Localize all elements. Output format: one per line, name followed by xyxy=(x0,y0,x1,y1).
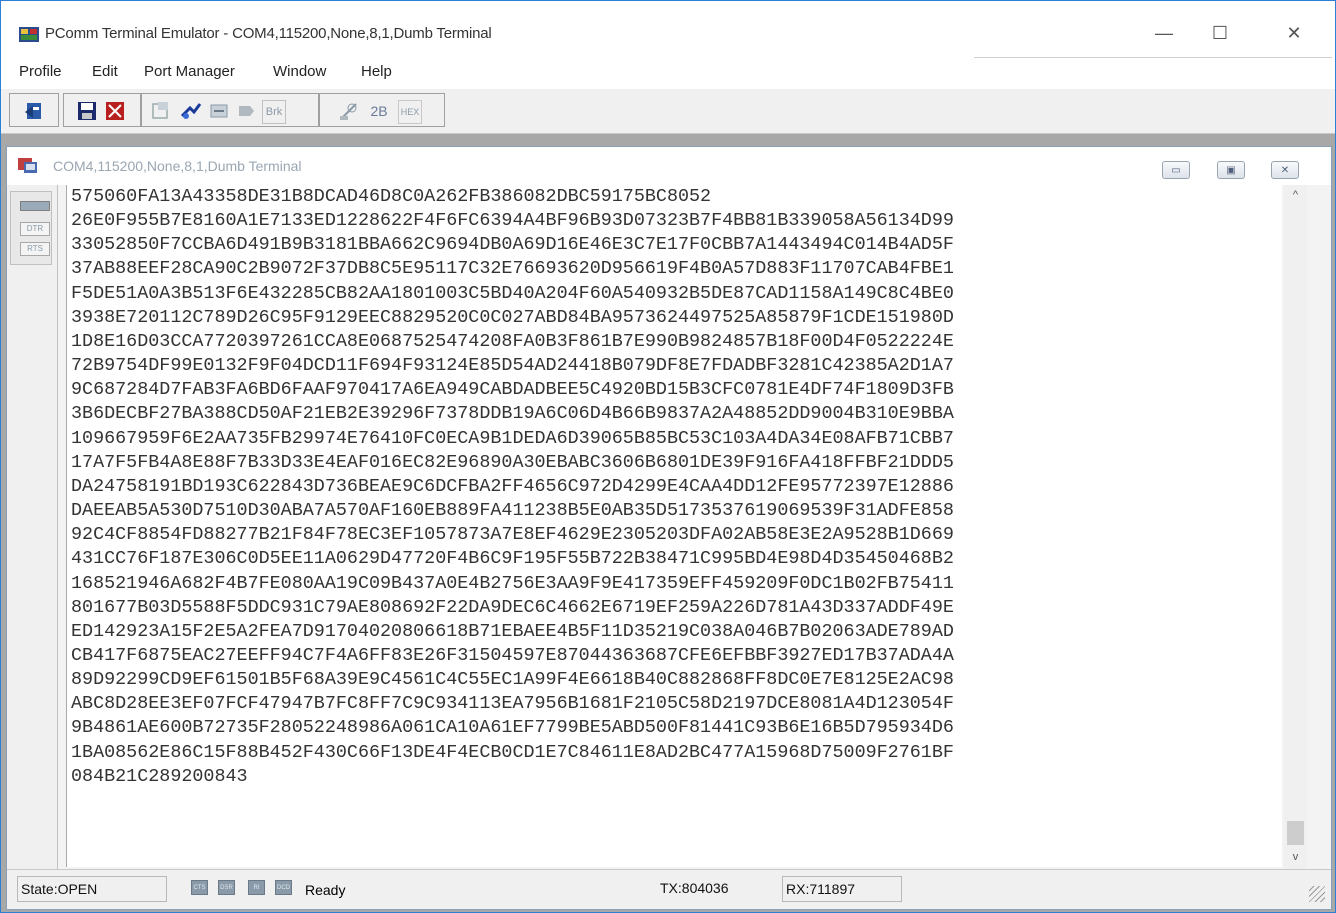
toolbar-group-4: 2B HEX xyxy=(319,93,445,127)
status-bar: State:OPEN CTS DSR RI DCD Ready TX:80403… xyxy=(7,869,1331,908)
signal-side-panel: DTR RTS xyxy=(7,185,58,869)
menu-profile[interactable]: Profile xyxy=(19,63,62,80)
dtr-button[interactable]: DTR xyxy=(20,222,50,236)
tx-counter: TX:804036 xyxy=(660,880,729,896)
connect-icon[interactable] xyxy=(180,100,202,122)
scroll-up-icon[interactable]: ^ xyxy=(1284,185,1307,205)
transfer-icon[interactable] xyxy=(338,100,360,122)
terminal-line: 9C687284D7FAB3FA6BD6FAAF970417A6EA949CAB… xyxy=(71,379,954,401)
disconnect-icon[interactable] xyxy=(208,100,230,122)
menu-bar: Profile Edit Port Manager Window Help xyxy=(1,51,1335,89)
child-title: COM4,115200,None,8,1,Dumb Terminal xyxy=(53,158,302,174)
terminal-line: 084B21C289200843 xyxy=(71,765,248,787)
terminal-line: 1BA08562E86C15F88B452F430C66F13DE4F4ECB0… xyxy=(71,741,954,763)
dsr-indicator: DSR xyxy=(218,880,235,895)
break-button[interactable]: Brk xyxy=(262,100,286,124)
terminal-line: DA24758191BD193C622843D736BEAE9C6DCFBA2F… xyxy=(71,475,954,497)
terminal-child-window: COM4,115200,None,8,1,Dumb Terminal ▭ ▣ ✕… xyxy=(6,146,1332,910)
child-restore-icon: ▣ xyxy=(1226,164,1236,176)
mdi-area: COM4,115200,None,8,1,Dumb Terminal ▭ ▣ ✕… xyxy=(1,134,1335,912)
terminal-line: 575060FA13A43358DE31B8DCAD46D8C0A262FB38… xyxy=(71,186,712,207)
rts-button[interactable]: RTS xyxy=(20,242,50,256)
terminal-line: 3B6DECBF27BA388CD50AF21EB2E39296F7378DDB… xyxy=(71,403,954,425)
open-profile-icon[interactable] xyxy=(23,100,45,122)
vertical-scrollbar[interactable]: ^ v xyxy=(1284,185,1307,869)
terminal-line: 168521946A682F4B7FE080AA19C09B437A0E4B27… xyxy=(71,572,954,594)
state-status: State:OPEN xyxy=(17,876,167,902)
app-window: PComm Terminal Emulator - COM4,115200,No… xyxy=(0,0,1336,913)
app-icon xyxy=(19,27,39,42)
terminal-line: CB417F6875EAC27EEFF94C7F4A6FF83E26F31504… xyxy=(71,644,954,666)
menu-edit[interactable]: Edit xyxy=(92,63,118,80)
terminal-line: 33052850F7CCBA6D491B9B3181BBA662C9694DB0… xyxy=(71,234,954,256)
child-close-button[interactable]: ✕ xyxy=(1271,161,1299,179)
terminal-line: 109667959F6E2AA735FB29974E76410FC0ECA9B1… xyxy=(71,427,954,449)
send-file-icon[interactable] xyxy=(236,100,258,122)
rx-counter: RX:711897 xyxy=(782,876,902,902)
maximize-icon: ☐ xyxy=(1211,22,1229,43)
child-restore-button[interactable]: ▣ xyxy=(1217,161,1245,179)
child-minimize-button[interactable]: ▭ xyxy=(1162,161,1190,179)
toolbar-group-1 xyxy=(9,93,59,127)
toolbar-group-3: Brk xyxy=(141,93,319,127)
resize-grip-icon[interactable] xyxy=(1309,886,1325,902)
cts-indicator: CTS xyxy=(191,880,208,895)
child-title-bar[interactable]: COM4,115200,None,8,1,Dumb Terminal ▭ ▣ ✕ xyxy=(7,147,1331,185)
terminal-line: 17A7F5FB4A8E88F7B33D33E4EAF016EC82E96890… xyxy=(71,451,954,473)
hex-button[interactable]: HEX xyxy=(398,100,422,124)
child-minimize-icon: ▭ xyxy=(1171,164,1181,176)
menu-help[interactable]: Help xyxy=(361,63,392,80)
terminal-line: DAEEAB5A530D7510D30ABA7A570AF160EB889FA4… xyxy=(71,500,954,522)
terminal-line: 9B4861AE600B72735F28052248986A061CA10A61… xyxy=(71,717,954,739)
terminal-line: F5DE51A0A3B513F6E432285CB82AA1801003C5BD… xyxy=(71,282,954,304)
ready-status: Ready xyxy=(305,882,346,898)
minimize-button[interactable]: — xyxy=(1141,15,1187,51)
2b-button[interactable]: 2B xyxy=(368,100,390,122)
terminal-line: 1D8E16D03CCA7720397261CCA8E0687525474208… xyxy=(71,330,954,352)
maximize-button[interactable]: ☐ xyxy=(1197,15,1243,51)
toolbar-group-2 xyxy=(63,93,141,127)
menubar-divider xyxy=(974,57,1332,58)
signal-bar-icon xyxy=(20,201,50,211)
minimize-icon: — xyxy=(1155,22,1173,43)
terminal-line: 37AB88EEF28CA90C2B9072F37DB8C5E95117C32E… xyxy=(71,258,954,280)
scroll-down-icon[interactable]: v xyxy=(1284,847,1307,867)
menu-port-manager[interactable]: Port Manager xyxy=(144,63,235,80)
terminal-line: ABC8D28EE3EF07FCF47947B7FC8FF7C9C934113E… xyxy=(71,693,954,715)
signal-box: DTR RTS xyxy=(10,191,52,265)
title-bar[interactable]: PComm Terminal Emulator - COM4,115200,No… xyxy=(1,1,1335,51)
terminal-line: 431CC76F187E306C0D5EE11A0629D47720F4B6C9… xyxy=(71,548,954,570)
close-button[interactable]: ✕ xyxy=(1271,15,1317,51)
scroll-thumb[interactable] xyxy=(1287,821,1304,845)
exit-icon[interactable] xyxy=(104,100,126,122)
terminal-line: 801677B03D5588F5DDC931C79AE808692F22DA9D… xyxy=(71,596,954,618)
menu-window[interactable]: Window xyxy=(273,63,326,80)
terminal-output[interactable]: 575060FA13A43358DE31B8DCAD46D8C0A262FB38… xyxy=(66,185,1282,867)
ri-indicator: RI xyxy=(248,880,265,895)
child-close-icon: ✕ xyxy=(1280,164,1290,176)
terminal-line: 3938E720112C789D26C95F9129EEC8829520C0C0… xyxy=(71,306,954,328)
terminal-line: ED142923A15F2E5A2FEA7D91704020806618B71E… xyxy=(71,620,954,642)
toolbar: Brk 2B HEX xyxy=(1,89,1335,134)
terminal-line: 92C4CF8854FD88277B21F84F78EC3EF1057873A7… xyxy=(71,524,954,546)
terminal-line: 26E0F955B7E8160A1E7133ED1228622F4F6FC639… xyxy=(71,210,954,232)
terminal-icon xyxy=(18,158,37,173)
window-title: PComm Terminal Emulator - COM4,115200,No… xyxy=(45,25,492,42)
properties-icon[interactable] xyxy=(150,100,172,122)
terminal-line: 72B9754DF99E0132F9F04DCD11F694F93124E85D… xyxy=(71,355,954,377)
dcd-indicator: DCD xyxy=(275,880,292,895)
save-icon[interactable] xyxy=(76,100,98,122)
terminal-line: 89D92299CD9EF61501B5F68A39E9C4561C4C55EC… xyxy=(71,669,954,691)
close-icon: ✕ xyxy=(1286,22,1302,43)
